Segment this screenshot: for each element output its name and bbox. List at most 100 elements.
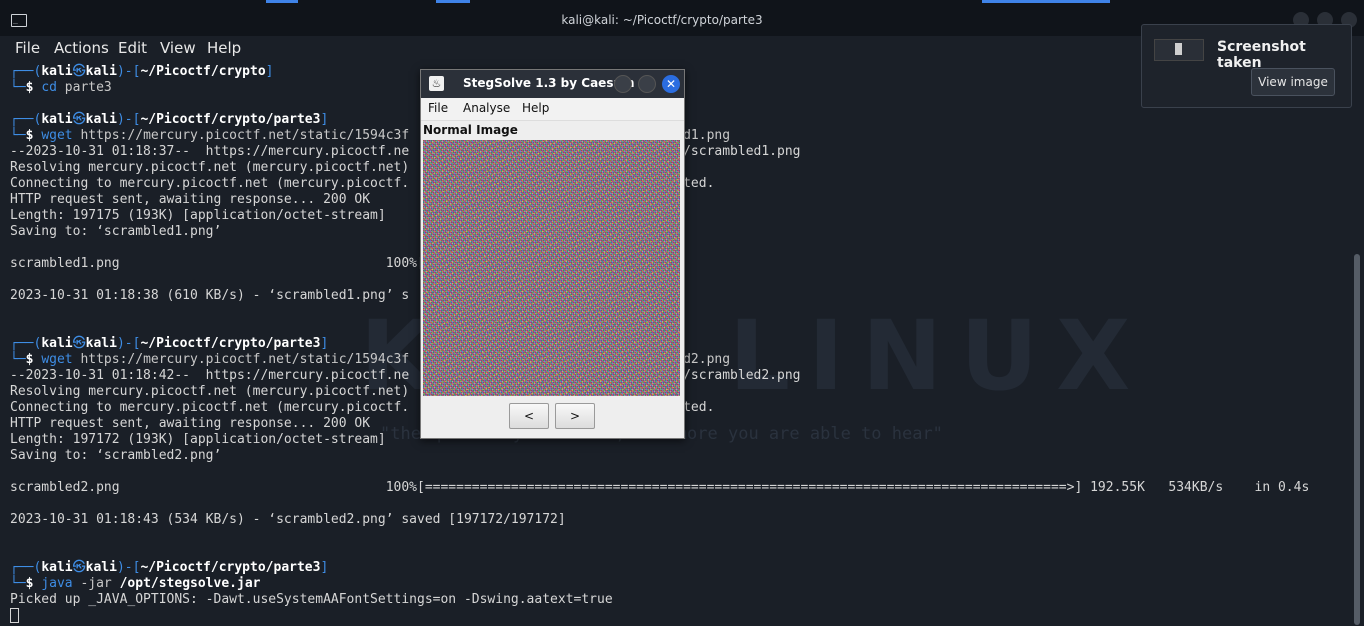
command-name: cd (41, 80, 57, 95)
next-button[interactable]: > (555, 403, 595, 429)
stegsolve-menu-help[interactable]: Help (522, 101, 549, 115)
prompt-frame: )-[ (116, 112, 141, 127)
output-text: HTTP request sent, awaiting response... … (10, 192, 371, 207)
stegsolve-minimize-button[interactable] (614, 75, 632, 93)
view-image-button[interactable]: View image (1251, 68, 1335, 96)
download-progress-bar: ========================================… (424, 480, 1075, 495)
output-text: Saving to: ‘scrambled1.png’ (10, 224, 222, 239)
previous-button[interactable]: < (509, 403, 549, 429)
image-mode-label: Normal Image (423, 123, 518, 137)
taskbar-accent (266, 0, 298, 3)
stegsolve-title: StegSolve 1.3 by Caesum (463, 76, 635, 90)
output-text: Resolving mercury.picoctf.net (mercury.p… (10, 160, 410, 175)
terminal-line: ┌──(kali㉿kali)-[~/Picoctf/crypto/parte3] (10, 560, 1309, 576)
java-app-icon: ♨ (429, 76, 444, 91)
menu-help[interactable]: Help (207, 39, 241, 57)
menu-view[interactable]: View (160, 39, 196, 57)
output-text: HTTP request sent, awaiting response... … (10, 416, 371, 431)
prompt-symbol: $ (25, 80, 42, 95)
menu-actions[interactable]: Actions (54, 39, 109, 57)
prompt-symbol: $ (25, 576, 42, 591)
prompt-frame: )-[ (116, 560, 141, 575)
stegsolve-close-button[interactable]: ✕ (662, 75, 680, 93)
prompt-path: ~/Picoctf/crypto/parte3 (140, 560, 321, 575)
download-rate: 534KB/s (1144, 480, 1224, 495)
prompt-separator: ㉿ (72, 560, 86, 575)
prompt-frame: └─ (10, 576, 26, 591)
download-time: in 0.4s (1223, 480, 1310, 495)
prompt-separator: ㉿ (72, 336, 86, 351)
command-path-arg: /opt/stegsolve.jar (119, 576, 261, 591)
output-text: Length: 197175 (193K) [application/octet… (10, 208, 386, 223)
prompt-user: kali (41, 112, 73, 127)
prompt-frame: )-[ (116, 64, 141, 79)
prompt-path: ~/Picoctf/crypto (140, 64, 266, 79)
stegsolve-titlebar: ♨ StegSolve 1.3 by Caesum ✕ (421, 70, 684, 98)
prompt-separator: ㉿ (72, 112, 86, 127)
terminal-line: └─$ java -jar /opt/stegsolve.jar (10, 576, 1309, 592)
output-text: Length: 197172 (193K) [application/octet… (10, 432, 386, 447)
prompt-frame: ] (320, 112, 329, 127)
terminal-cursor (10, 608, 19, 623)
stegsolve-maximize-button[interactable] (638, 75, 656, 93)
prompt-frame: ┌──( (10, 560, 42, 575)
prompt-symbol: $ (25, 352, 42, 367)
prompt-frame: ] (320, 560, 329, 575)
download-filename: scrambled1.png (10, 256, 386, 271)
window-title: kali@kali: ~/Picoctf/crypto/parte3 (561, 13, 763, 27)
command-name: wget (41, 352, 73, 367)
prompt-frame: ┌──( (10, 64, 42, 79)
terminal-line: Saving to: ‘scrambled2.png’ (10, 448, 1309, 464)
prompt-frame: ┌──( (10, 112, 42, 127)
prompt-frame: )-[ (116, 336, 141, 351)
download-filename: scrambled2.png (10, 480, 386, 495)
prompt-frame: └─ (10, 128, 26, 143)
prompt-frame: ] (320, 336, 329, 351)
scrambled-image (423, 140, 680, 396)
taskbar-accent (436, 0, 470, 3)
menu-file[interactable]: File (15, 39, 40, 57)
download-percent: 100%[ (385, 480, 425, 495)
prompt-symbol: $ (25, 128, 42, 143)
download-size: ] 192.55K (1074, 480, 1145, 495)
command-args: -jar (72, 576, 120, 591)
prompt-user: kali (41, 64, 73, 79)
taskbar-accent (982, 0, 1110, 3)
prompt-frame: ] (265, 64, 274, 79)
output-text: Saving to: ‘scrambled2.png’ (10, 448, 222, 463)
prompt-host: kali (85, 112, 117, 127)
prompt-user: kali (41, 336, 73, 351)
notification-title: Screenshot taken (1217, 39, 1306, 71)
prompt-host: kali (85, 560, 117, 575)
prompt-frame: ┌──( (10, 336, 42, 351)
prompt-frame: └─ (10, 80, 26, 95)
terminal-line: Picked up _JAVA_OPTIONS: -Dawt.useSystem… (10, 592, 1309, 608)
screenshot-notification: Screenshot taken View image (1141, 24, 1352, 108)
prompt-user: kali (41, 560, 73, 575)
stegsolve-window: ♨ StegSolve 1.3 by Caesum ✕ File Analyse… (420, 69, 685, 439)
terminal-line: 2023-10-31 01:18:43 (534 KB/s) - ‘scramb… (10, 512, 1309, 528)
command-args: parte3 (56, 80, 112, 95)
terminal-line: scrambled2.png 100%[====================… (10, 480, 1309, 496)
menu-edit[interactable]: Edit (118, 39, 147, 57)
prompt-host: kali (85, 336, 117, 351)
prompt-frame: └─ (10, 352, 26, 367)
stegsolve-menu-analyse[interactable]: Analyse (463, 101, 510, 115)
prompt-path: ~/Picoctf/crypto/parte3 (140, 336, 321, 351)
prompt-separator: ㉿ (72, 64, 86, 79)
terminal-scrollbar[interactable] (1354, 254, 1360, 625)
screenshot-thumbnail (1154, 39, 1204, 61)
download-percent: 100%[ (385, 256, 425, 271)
terminal-line (10, 608, 1309, 624)
output-text: Picked up _JAVA_OPTIONS: -Dawt.useSystem… (10, 592, 613, 607)
prompt-path: ~/Picoctf/crypto/parte3 (140, 112, 321, 127)
output-text: 2023-10-31 01:18:43 (534 KB/s) - ‘scramb… (10, 512, 566, 527)
prompt-host: kali (85, 64, 117, 79)
stegsolve-menu-file[interactable]: File (428, 101, 448, 115)
output-text: 2023-10-31 01:18:38 (610 KB/s) - ‘scramb… (10, 288, 410, 303)
command-name: wget (41, 128, 73, 143)
command-name: java (41, 576, 73, 591)
